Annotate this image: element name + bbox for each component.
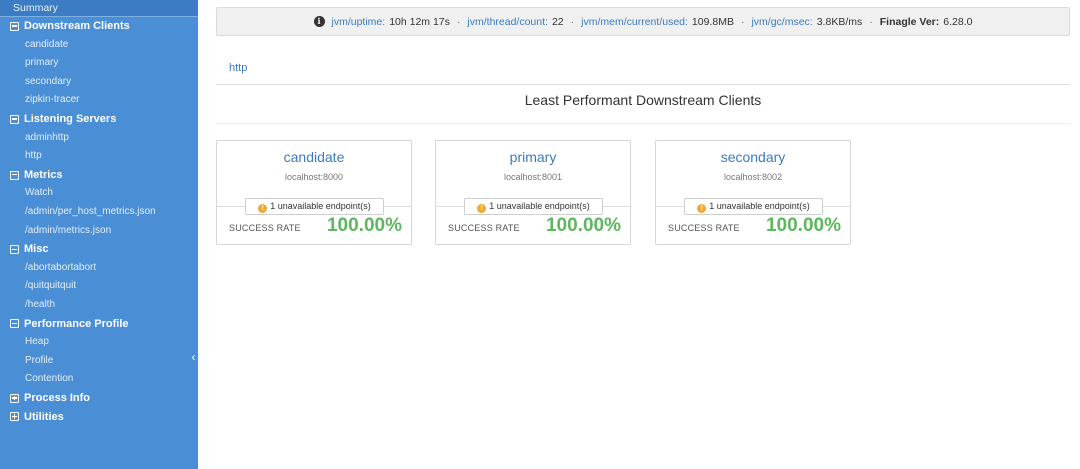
collapse-icon[interactable] [10,21,19,31]
sidebar-group-title: Listening Servers [24,113,117,126]
tab-http[interactable]: http [229,62,247,74]
success-rate-value: 100.00% [326,215,402,236]
success-rate-label: SUCCESS RATE [668,223,740,233]
sidebar-item[interactable]: Contention [0,370,198,389]
stat-mem-value: 109.8MB [691,15,734,28]
collapse-icon[interactable] [10,244,19,254]
sidebar-item[interactable]: Watch [0,184,198,203]
sidebar-item[interactable]: /abortabortabort [0,259,198,278]
sidebar-group: Performance Profile Heap Profile Contention [0,315,198,389]
sidebar-group-title: Performance Profile [24,317,129,330]
finagle-version-label: Finagle Ver: [879,15,940,28]
success-rate-label: SUCCESS RATE [229,223,301,233]
expand-icon[interactable] [10,412,19,422]
unavailable-endpoints-badge[interactable]: ! 1 unavailable endpoint(s) [464,198,603,215]
client-name-link[interactable]: secondary [656,149,850,165]
badge-text: 1 unavailable endpoint(s) [270,201,371,211]
collapse-icon[interactable] [10,170,19,180]
sidebar-item[interactable]: primary [0,54,198,73]
sidebar-group: Metrics Watch/admin/per_host_metrics.json… [0,166,198,240]
info-icon: i [313,16,325,27]
sidebar-item[interactable]: adminhttp [0,129,198,148]
sidebar-group-header[interactable]: Process Info [0,389,198,408]
sidebar: Summary Downstream Clients candidate prima… [0,0,198,469]
success-rate-value: 100.00% [545,215,621,236]
client-address: localhost:8001 [503,172,563,182]
sidebar-group-header[interactable]: Utilities [0,407,198,426]
sidebar-group-header[interactable]: Metrics [0,166,198,185]
client-card: secondary localhost:8002! 1 unavailable en… [655,140,851,245]
unavailable-endpoints-badge[interactable]: ! 1 unavailable endpoint(s) [684,198,823,215]
sidebar-group-header[interactable]: Misc [0,240,198,259]
sidebar-group: Misc/abortabortabort/quitquitquit/health [0,240,198,314]
client-card: candidate localhost:8000! 1 unavailable en… [216,140,412,245]
unavailable-endpoints-badge[interactable]: ! 1 unavailable endpoint(s) [245,198,384,215]
stat-uptime-link[interactable]: jvm/uptime: [332,16,386,28]
sidebar-group: Downstream Clients candidate primary second… [0,17,198,110]
finagle-version-value: 6.28.0 [943,15,973,28]
stat-separator: · [456,15,461,28]
success-rate-label: SUCCESS RATE [448,223,520,233]
sidebar-group-title: Process Info [24,392,91,405]
stat-separator: · [869,15,873,28]
sidebar-item[interactable]: secondary [0,73,198,92]
sidebar-item[interactable]: http [0,147,198,166]
client-name-link[interactable]: candidate [217,149,411,165]
client-name-link[interactable]: primary [436,149,630,165]
sidebar-group-header[interactable]: Listening Servers [0,110,198,129]
collapse-icon[interactable] [10,114,19,124]
client-card: primary localhost:8001! 1 unavailable endp… [435,140,631,245]
sidebar-item[interactable]: /admin/metrics.json [0,222,198,241]
stat-separator: · [740,15,745,28]
sidebar-group-title: Downstream Clients [24,20,130,33]
sidebar-group-header[interactable]: Downstream Clients [0,17,198,36]
sidebar-item[interactable]: /admin/per_host_metrics.json [0,203,198,222]
stat-uptime-value: 10h 12m 17s [389,15,450,28]
sidebar-groups: Downstream Clients candidate primary second… [0,17,198,426]
section-title: Least Performant Downstream Clients [524,92,762,108]
collapse-icon[interactable] [10,319,19,329]
badge-text: 1 unavailable endpoint(s) [709,201,810,211]
success-rate-value: 100.00% [765,215,841,236]
sidebar-group: Utilities [0,407,198,426]
sidebar-group: Process Info [0,389,198,408]
stat-separator: · [570,15,575,28]
sidebar-group: Listening Servers adminhttp http [0,110,198,166]
warning-icon: ! [477,204,487,213]
stat-threads-value: 22 [551,15,564,28]
sidebar-group-title: Utilities [24,410,64,423]
divider [216,84,1070,85]
warning-icon: ! [697,204,707,213]
main-content: i jvm/uptime: 10h 12m 17s · jvm/thread/co… [216,0,1070,469]
sidebar-group-header[interactable]: Performance Profile [0,315,198,334]
sidebar-item[interactable]: /health [0,296,198,315]
stat-mem-link[interactable]: jvm/mem/current/used: [581,16,688,28]
client-address: localhost:8000 [284,172,344,182]
sidebar-item[interactable]: Profile [0,352,198,371]
divider [216,123,1070,124]
stat-gc-link[interactable]: jvm/gc/msec: [751,16,812,28]
sidebar-group-title: Misc [24,243,49,256]
sidebar-item[interactable]: Heap [0,333,198,352]
sidebar-summary-link[interactable]: Summary [0,0,198,17]
stat-gc-value: 3.8KB/ms [816,15,863,28]
stat-threads-link[interactable]: jvm/thread/count: [467,16,548,28]
expand-icon[interactable] [10,393,19,403]
sidebar-item[interactable]: zipkin-tracer [0,91,198,110]
client-address: localhost:8002 [723,172,783,182]
warning-icon: ! [258,204,268,213]
jvm-stats-bar: i jvm/uptime: 10h 12m 17s · jvm/thread/co… [216,7,1070,36]
badge-text: 1 unavailable endpoint(s) [489,201,590,211]
sidebar-group-title: Metrics [24,169,63,182]
sidebar-item[interactable]: /quitquitquit [0,277,198,296]
sidebar-item[interactable]: candidate [0,36,198,55]
sidebar-collapse-icon[interactable]: ‹ [189,350,198,364]
